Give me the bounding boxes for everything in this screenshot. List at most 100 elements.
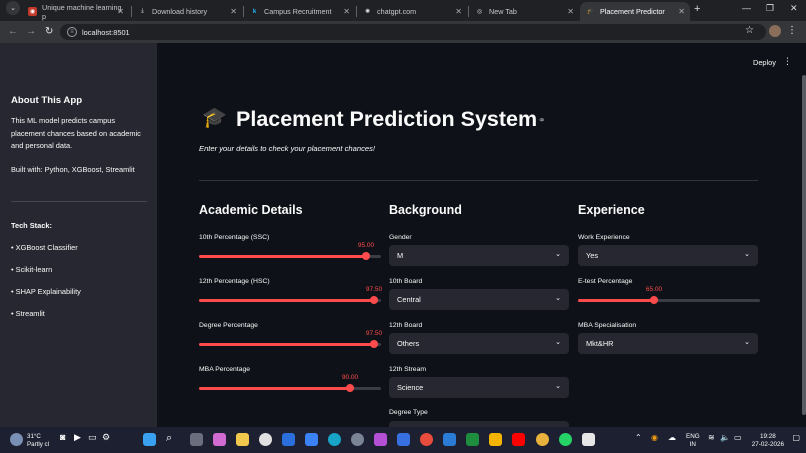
chevron-up-icon[interactable]: ⌃	[635, 433, 642, 442]
tab-chatgpt[interactable]: ✺ chatgpt.com ✕	[357, 2, 467, 21]
store-icon[interactable]	[305, 433, 318, 446]
close-tab-icon[interactable]: ✕	[117, 7, 124, 16]
wifi-icon[interactable]: ≋	[708, 433, 715, 442]
site-info-icon[interactable]: ≡	[67, 27, 77, 37]
chrome-icon[interactable]	[536, 433, 549, 446]
app-icon[interactable]	[374, 433, 387, 446]
battery-icon[interactable]: ▭	[734, 433, 742, 442]
minimize-icon[interactable]: —	[742, 3, 751, 13]
stream12-label: 12th Stream	[389, 366, 427, 373]
video-icon[interactable]: ▶	[74, 432, 81, 443]
chevron-down-icon: ⌄	[744, 339, 750, 346]
edge-icon[interactable]	[328, 433, 341, 446]
select-value: Mkt&HR	[586, 339, 614, 348]
experience-column: Experience	[578, 203, 760, 217]
vscode-icon[interactable]	[443, 433, 456, 446]
slider-value: 65.00	[645, 286, 663, 293]
degree-slider[interactable]: 97.50	[199, 330, 382, 349]
cloud-icon[interactable]: ☁	[668, 433, 676, 442]
work-exp-select[interactable]: Yes ⌄	[578, 245, 758, 266]
close-tab-icon[interactable]: ✕	[230, 7, 237, 16]
powerbi-icon[interactable]	[489, 433, 502, 446]
close-window-icon[interactable]: ✕	[790, 3, 798, 14]
tab-unique-ml[interactable]: ◉ Unique machine learning p ✕	[22, 2, 129, 21]
search-icon[interactable]: ⌕	[166, 432, 179, 445]
gender-label: Gender	[389, 234, 412, 241]
background-heading: Background	[389, 203, 462, 217]
gender-select[interactable]: M ⌄	[389, 245, 569, 266]
copilot-icon[interactable]	[213, 433, 226, 446]
tab-new-tab[interactable]: ◎ New Tab ✕	[469, 2, 579, 21]
language-indicator[interactable]: ENG IN	[686, 433, 700, 449]
graduation-cap-icon: 🎓	[586, 9, 595, 15]
close-tab-icon[interactable]: ✕	[567, 7, 574, 16]
board12-select[interactable]: Others ⌄	[389, 333, 569, 354]
page-subtitle: Enter your details to check your placeme…	[199, 144, 376, 153]
tab-download-history[interactable]: ⤓ Download history ✕	[132, 2, 242, 21]
date: 27-02-2026	[751, 441, 784, 448]
browser-menu-icon[interactable]: ⋮	[787, 25, 797, 36]
new-tab-icon[interactable]: +	[694, 3, 700, 15]
academic-heading: Academic Details	[199, 203, 303, 217]
tray-app-icon[interactable]: ◉	[651, 433, 658, 442]
close-tab-icon[interactable]: ✕	[455, 7, 462, 16]
notepad-icon[interactable]	[582, 433, 595, 446]
clock[interactable]: 19:28 27-02-2026	[752, 433, 784, 449]
whatsapp-icon[interactable]	[559, 433, 572, 446]
anchor-link-icon[interactable]: ⚭	[538, 115, 546, 126]
youtube-icon[interactable]	[512, 433, 525, 446]
task-view-icon[interactable]	[190, 433, 203, 446]
stream12-select[interactable]: Science ⌄	[389, 377, 569, 398]
etest-slider[interactable]: 65.00	[578, 286, 760, 305]
restore-icon[interactable]: ❐	[766, 3, 774, 14]
app-menu-icon[interactable]: ⋮	[783, 56, 792, 67]
tab-favicon-icon: ◉	[28, 7, 37, 16]
close-tab-icon[interactable]: ✕	[343, 7, 350, 16]
hsc-slider[interactable]: 97.50	[199, 286, 382, 305]
lang-primary: ENG	[686, 433, 700, 440]
weather-text: Partly cl	[27, 441, 50, 448]
etest-label: E-test Percentage	[578, 278, 633, 285]
chevron-down-icon: ⌄	[744, 251, 750, 258]
bookmark-star-icon[interactable]: ☆	[745, 25, 754, 36]
file-explorer-icon[interactable]	[236, 433, 249, 446]
ssc-slider[interactable]: 95.00	[199, 242, 381, 261]
mail-icon[interactable]	[282, 433, 295, 446]
url-field[interactable]: ≡ localhost:8501	[60, 24, 766, 40]
tab-campus-recruitment[interactable]: k Campus Recruitment ✕	[244, 2, 355, 21]
reload-icon[interactable]: ↻	[45, 26, 53, 37]
lang-secondary: IN	[689, 441, 696, 448]
sidebar: About This App This ML model predicts ca…	[0, 43, 157, 427]
app-icon[interactable]	[420, 433, 433, 446]
camera-icon[interactable]: ◙	[60, 432, 65, 442]
clock-app-icon[interactable]	[259, 433, 272, 446]
back-icon[interactable]: ←	[8, 26, 18, 37]
select-value: Central	[397, 295, 421, 304]
windows-start-icon[interactable]	[143, 433, 156, 446]
deploy-button[interactable]: Deploy	[753, 58, 776, 67]
settings-gear-icon[interactable]: ⚙	[102, 432, 110, 443]
select-value: M	[397, 251, 404, 260]
mba-spec-select[interactable]: Mkt&HR ⌄	[578, 333, 758, 354]
hsc-label: 12th Percentage (HSC)	[199, 278, 270, 285]
forward-icon[interactable]: →	[26, 26, 36, 37]
download-icon: ⤓	[141, 8, 144, 14]
settings-icon[interactable]	[351, 433, 364, 446]
scrollbar[interactable]	[802, 75, 806, 415]
mba-slider[interactable]: 90.00	[199, 374, 381, 393]
weather-icon	[10, 433, 23, 446]
notification-icon[interactable]: ▢	[792, 433, 800, 442]
url-text: localhost:8501	[82, 27, 130, 37]
excel-icon[interactable]	[466, 433, 479, 446]
tab-search-icon[interactable]: ⌄	[6, 1, 20, 15]
close-tab-icon[interactable]: ✕	[678, 7, 685, 16]
app-icon[interactable]	[397, 433, 410, 446]
chrome-icon: ◎	[476, 9, 483, 15]
tab-placement-predictor[interactable]: 🎓 Placement Predictor ✕	[580, 2, 690, 21]
profile-avatar[interactable]	[769, 25, 781, 37]
window-icon[interactable]: ▭	[88, 432, 97, 443]
volume-icon[interactable]: 🔈	[720, 433, 730, 442]
tech-item: • SHAP Explainability	[11, 287, 81, 296]
board10-select[interactable]: Central ⌄	[389, 289, 569, 310]
mba-label: MBA Percentage	[199, 366, 251, 373]
